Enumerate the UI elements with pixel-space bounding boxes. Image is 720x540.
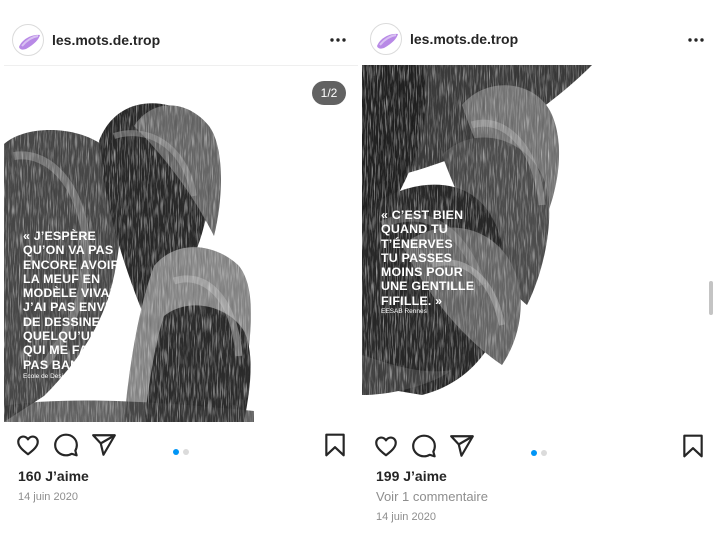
post-header: les.mots.de.trop bbox=[362, 0, 716, 66]
carousel-indicator bbox=[173, 442, 193, 455]
avatar[interactable] bbox=[370, 23, 402, 55]
post-date: 14 juin 2020 bbox=[376, 511, 436, 523]
comment-icon[interactable] bbox=[411, 433, 437, 459]
comment-icon[interactable] bbox=[53, 432, 79, 458]
send-icon[interactable] bbox=[91, 432, 117, 458]
brush-stroke-icon bbox=[377, 33, 398, 49]
post-date: 14 juin 2020 bbox=[18, 491, 78, 503]
post-card: les.mots.de.trop bbox=[362, 0, 716, 540]
brush-stroke-icon bbox=[19, 34, 40, 50]
post-image[interactable]: « J’ESPÈRE QU’ON VA PAS ENCORE AVOIR LA … bbox=[4, 66, 358, 422]
carousel-dot-active bbox=[531, 450, 537, 456]
more-horizontal-icon[interactable] bbox=[686, 30, 706, 50]
quote-text: « J’ESPÈRE QU’ON VA PAS ENCORE AVOIR LA … bbox=[23, 229, 129, 372]
post-card: les.mots.de.trop bbox=[4, 0, 358, 540]
action-bar bbox=[362, 423, 716, 467]
avatar[interactable] bbox=[12, 24, 44, 56]
heart-icon[interactable] bbox=[15, 432, 41, 458]
post-header: les.mots.de.trop bbox=[4, 0, 358, 66]
heart-icon[interactable] bbox=[373, 433, 399, 459]
post-image[interactable]: « C’EST BIEN QUAND TU T’ÉNERVES TU PASSE… bbox=[362, 65, 716, 423]
scrollbar-thumb[interactable] bbox=[709, 281, 713, 315]
carousel-indicator bbox=[531, 443, 551, 456]
like-count[interactable]: 160 J’aime bbox=[18, 468, 89, 484]
quote-credit: EESAB Rennes bbox=[381, 308, 427, 315]
more-horizontal-icon[interactable] bbox=[328, 30, 348, 50]
carousel-dot bbox=[541, 450, 547, 456]
action-bar bbox=[4, 422, 358, 466]
send-icon[interactable] bbox=[449, 433, 475, 459]
bookmark-icon[interactable] bbox=[322, 432, 348, 458]
quote-credit: Ecole de Design Nantes bbox=[23, 373, 93, 380]
username[interactable]: les.mots.de.trop bbox=[52, 32, 160, 48]
view-comments-link[interactable]: Voir 1 commentaire bbox=[376, 489, 488, 504]
bookmark-icon[interactable] bbox=[680, 433, 706, 459]
quote-text: « C’EST BIEN QUAND TU T’ÉNERVES TU PASSE… bbox=[381, 208, 475, 308]
username[interactable]: les.mots.de.trop bbox=[410, 31, 518, 47]
carousel-dot-active bbox=[173, 449, 179, 455]
carousel-counter-badge: 1/2 bbox=[312, 81, 346, 105]
like-count[interactable]: 199 J’aime bbox=[376, 468, 447, 484]
carousel-dot bbox=[183, 449, 189, 455]
